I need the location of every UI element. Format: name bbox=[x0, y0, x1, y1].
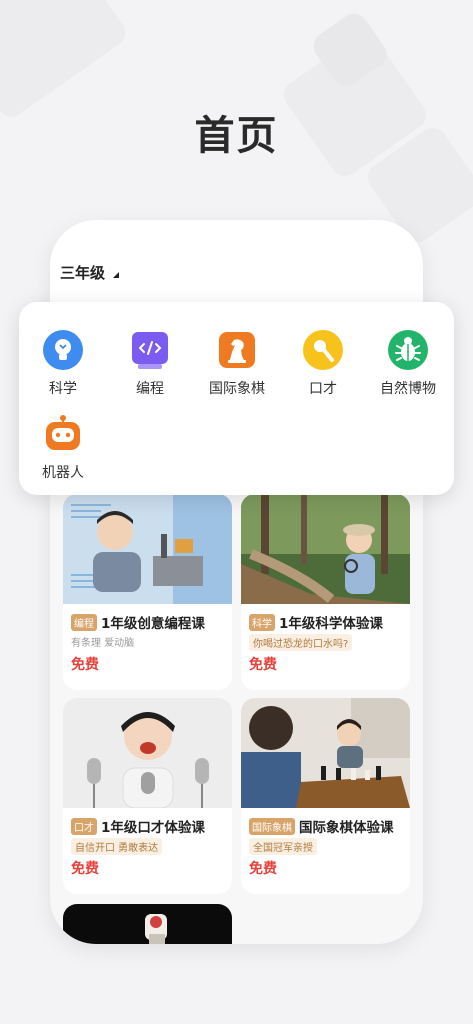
course-image-science bbox=[241, 494, 410, 604]
course-tag: 口才 bbox=[71, 817, 97, 835]
robot-icon bbox=[43, 414, 83, 454]
course-card-science[interactable]: 科学 1年级科学体验课 你喝过恐龙的口水吗? 免费 bbox=[241, 494, 410, 690]
lightbulb-icon bbox=[43, 330, 83, 370]
microphone-icon bbox=[303, 330, 343, 370]
course-image-chess bbox=[241, 698, 410, 808]
course-title: 1年级科学体验课 bbox=[279, 616, 383, 632]
chess-knight-icon bbox=[217, 330, 257, 370]
course-card-robot[interactable] bbox=[63, 904, 232, 944]
code-icon bbox=[130, 330, 170, 370]
category-programming[interactable]: 编程 bbox=[108, 330, 192, 398]
course-price: 免费 bbox=[249, 657, 277, 673]
course-price: 免费 bbox=[71, 657, 99, 673]
course-tag: 编程 bbox=[71, 613, 97, 631]
course-title: 1年级创意编程课 bbox=[101, 616, 205, 632]
dropdown-triangle-icon bbox=[113, 271, 120, 278]
beetle-icon bbox=[388, 330, 428, 370]
page-title: 首页 bbox=[194, 113, 279, 159]
course-card-programming[interactable]: 编程 1年级创意编程课 有条理 爱动脑 免费 bbox=[63, 494, 232, 690]
category-label: 科学 bbox=[49, 381, 77, 397]
course-card-speech[interactable]: 口才 1年级口才体验课 自信开口 勇敢表达 免费 bbox=[63, 698, 232, 894]
course-tag: 国际象棋 bbox=[249, 817, 295, 835]
category-label: 机器人 bbox=[42, 465, 84, 481]
course-card-chess[interactable]: 国际象棋 国际象棋体验课 全国冠军亲授 免费 bbox=[241, 698, 410, 894]
course-image-programming bbox=[63, 494, 232, 604]
category-robot[interactable]: 机器人 bbox=[21, 414, 105, 482]
category-chess[interactable]: 国际象棋 bbox=[195, 330, 279, 398]
category-label: 口才 bbox=[309, 381, 337, 397]
grade-selector[interactable]: 三年级 bbox=[60, 262, 120, 283]
category-science[interactable]: 科学 bbox=[21, 330, 105, 398]
category-nature[interactable]: 自然博物 bbox=[366, 330, 450, 398]
course-image-robot bbox=[63, 904, 232, 944]
course-image-speech bbox=[63, 698, 232, 808]
category-label: 编程 bbox=[136, 381, 164, 397]
course-subtitle: 自信开口 勇敢表达 bbox=[71, 838, 163, 855]
course-tag: 科学 bbox=[249, 613, 275, 631]
course-subtitle: 有条理 爱动脑 bbox=[71, 638, 135, 649]
category-label: 自然博物 bbox=[380, 381, 436, 397]
course-title: 国际象棋体验课 bbox=[299, 820, 394, 836]
category-panel: 科学 编程 国际象棋 口才 自然博物 机器人 bbox=[19, 302, 454, 495]
course-price: 免费 bbox=[71, 861, 99, 877]
category-speech[interactable]: 口才 bbox=[281, 330, 365, 398]
course-subtitle: 你喝过恐龙的口水吗? bbox=[249, 634, 353, 651]
course-title: 1年级口才体验课 bbox=[101, 820, 205, 836]
category-label: 国际象棋 bbox=[209, 381, 265, 397]
course-subtitle: 全国冠军亲授 bbox=[249, 838, 317, 855]
course-price: 免费 bbox=[249, 861, 277, 877]
grade-label: 三年级 bbox=[60, 264, 106, 282]
